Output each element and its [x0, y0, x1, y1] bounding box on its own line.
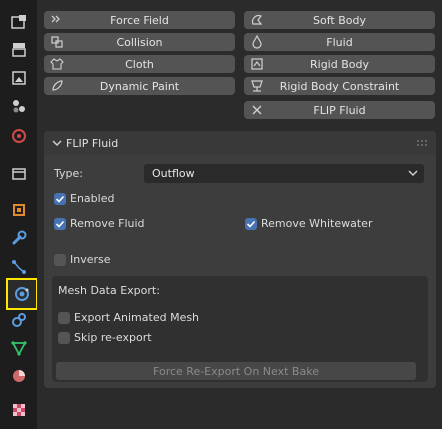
- panel-title: FLIP Fluid: [66, 137, 119, 150]
- checkmark-icon: [246, 220, 256, 228]
- inverse-label[interactable]: Inverse: [70, 253, 111, 266]
- soft-body-button[interactable]: Soft Body: [244, 11, 435, 29]
- type-dropdown[interactable]: Outflow: [144, 164, 424, 183]
- scene-icon: [12, 129, 26, 143]
- chevron-down-icon[interactable]: [52, 139, 62, 147]
- output-tab[interactable]: [7, 66, 31, 90]
- wrench-icon: [12, 230, 27, 245]
- tool-tab[interactable]: [7, 10, 31, 34]
- type-label: Type:: [54, 167, 83, 180]
- remove-whitewater-label[interactable]: Remove Whitewater: [261, 217, 372, 230]
- object-icon: [13, 204, 25, 216]
- inverse-checkbox[interactable]: [54, 254, 66, 266]
- fluid-button[interactable]: Fluid: [244, 33, 435, 51]
- texture-icon: [13, 404, 25, 416]
- fluid-label: Fluid: [326, 35, 353, 49]
- collision-icon: [51, 36, 63, 48]
- force-field-label: Force Field: [110, 13, 169, 27]
- mesh-data-icon: [11, 341, 27, 356]
- texture-tab[interactable]: [7, 398, 31, 422]
- mesh-data-export-box: Mesh Data Export: Export Animated Mesh S…: [52, 276, 428, 382]
- close-icon: [252, 105, 262, 115]
- modifiers-tab[interactable]: [7, 226, 31, 250]
- force-reexport-label: Force Re-Export On Next Bake: [153, 364, 319, 378]
- soft-body-label: Soft Body: [313, 13, 366, 27]
- properties-tab-bar: [0, 0, 38, 429]
- flip-fluid-panel: FLIP Fluid Type: Outflow Enabled Remove …: [44, 131, 436, 388]
- enabled-checkbox[interactable]: [54, 193, 66, 205]
- rigid-body-label: Rigid Body: [310, 57, 369, 71]
- output-icon: [12, 71, 26, 85]
- mesh-data-export-title: Mesh Data Export:: [58, 284, 160, 297]
- dynamic-paint-label: Dynamic Paint: [99, 79, 180, 93]
- chevron-down-icon: [408, 170, 418, 177]
- cloth-label: Cloth: [125, 57, 154, 71]
- dynamic-paint-icon: [52, 80, 63, 91]
- fluid-icon: [252, 35, 262, 49]
- export-animated-mesh-checkbox[interactable]: [58, 312, 70, 324]
- skip-reexport-label[interactable]: Skip re-export: [74, 331, 152, 344]
- tool-icon: [11, 15, 26, 29]
- rigid-body-button[interactable]: Rigid Body: [244, 55, 435, 73]
- drag-handle-icon[interactable]: [416, 139, 430, 147]
- force-field-button[interactable]: Force Field: [44, 11, 235, 29]
- data-tab[interactable]: [7, 336, 31, 360]
- render-icon: [12, 43, 26, 57]
- constraints-icon: [12, 313, 26, 327]
- checkmark-icon: [55, 195, 65, 203]
- soft-body-icon: [251, 14, 263, 25]
- skip-reexport-checkbox[interactable]: [58, 332, 70, 344]
- rigid-body-constraint-label: Rigid Body Constraint: [279, 79, 400, 93]
- constraints-tab[interactable]: [7, 308, 31, 332]
- checkmark-icon: [55, 220, 65, 228]
- force-reexport-button[interactable]: Force Re-Export On Next Bake: [56, 362, 416, 380]
- scene-tab[interactable]: [7, 124, 31, 148]
- cloth-button[interactable]: Cloth: [44, 55, 235, 73]
- cloth-icon: [50, 58, 64, 70]
- flip-fluid-remove-button[interactable]: FLIP Fluid: [244, 101, 435, 119]
- rigid-body-constraint-icon: [251, 80, 263, 92]
- physics-icon: [15, 287, 29, 301]
- dynamic-paint-button[interactable]: Dynamic Paint: [44, 77, 235, 95]
- particles-icon: [12, 260, 26, 274]
- object-tab[interactable]: [7, 198, 31, 222]
- rigid-body-constraint-button[interactable]: Rigid Body Constraint: [244, 77, 435, 95]
- material-tab[interactable]: [7, 364, 31, 388]
- flip-fluid-label: FLIP Fluid: [313, 103, 366, 117]
- render-tab[interactable]: [7, 38, 31, 62]
- remove-fluid-checkbox[interactable]: [54, 218, 66, 230]
- particles-tab[interactable]: [7, 255, 31, 279]
- panel-header[interactable]: FLIP Fluid: [44, 131, 436, 155]
- force-field-icon: [51, 15, 60, 23]
- type-value: Outflow: [152, 167, 195, 180]
- collection-tab[interactable]: [7, 162, 31, 186]
- physics-tab[interactable]: [6, 278, 38, 310]
- material-icon: [13, 370, 25, 382]
- remove-whitewater-checkbox[interactable]: [245, 218, 257, 230]
- collision-label: Collision: [116, 35, 163, 49]
- collection-icon: [12, 168, 26, 180]
- export-animated-mesh-label[interactable]: Export Animated Mesh: [74, 311, 199, 324]
- enabled-label[interactable]: Enabled: [70, 192, 114, 205]
- collision-button[interactable]: Collision: [44, 33, 235, 51]
- remove-fluid-label[interactable]: Remove Fluid: [70, 217, 145, 230]
- rigid-body-icon: [251, 58, 263, 70]
- view-layer-tab[interactable]: [7, 94, 31, 118]
- view-layer-icon: [13, 100, 25, 113]
